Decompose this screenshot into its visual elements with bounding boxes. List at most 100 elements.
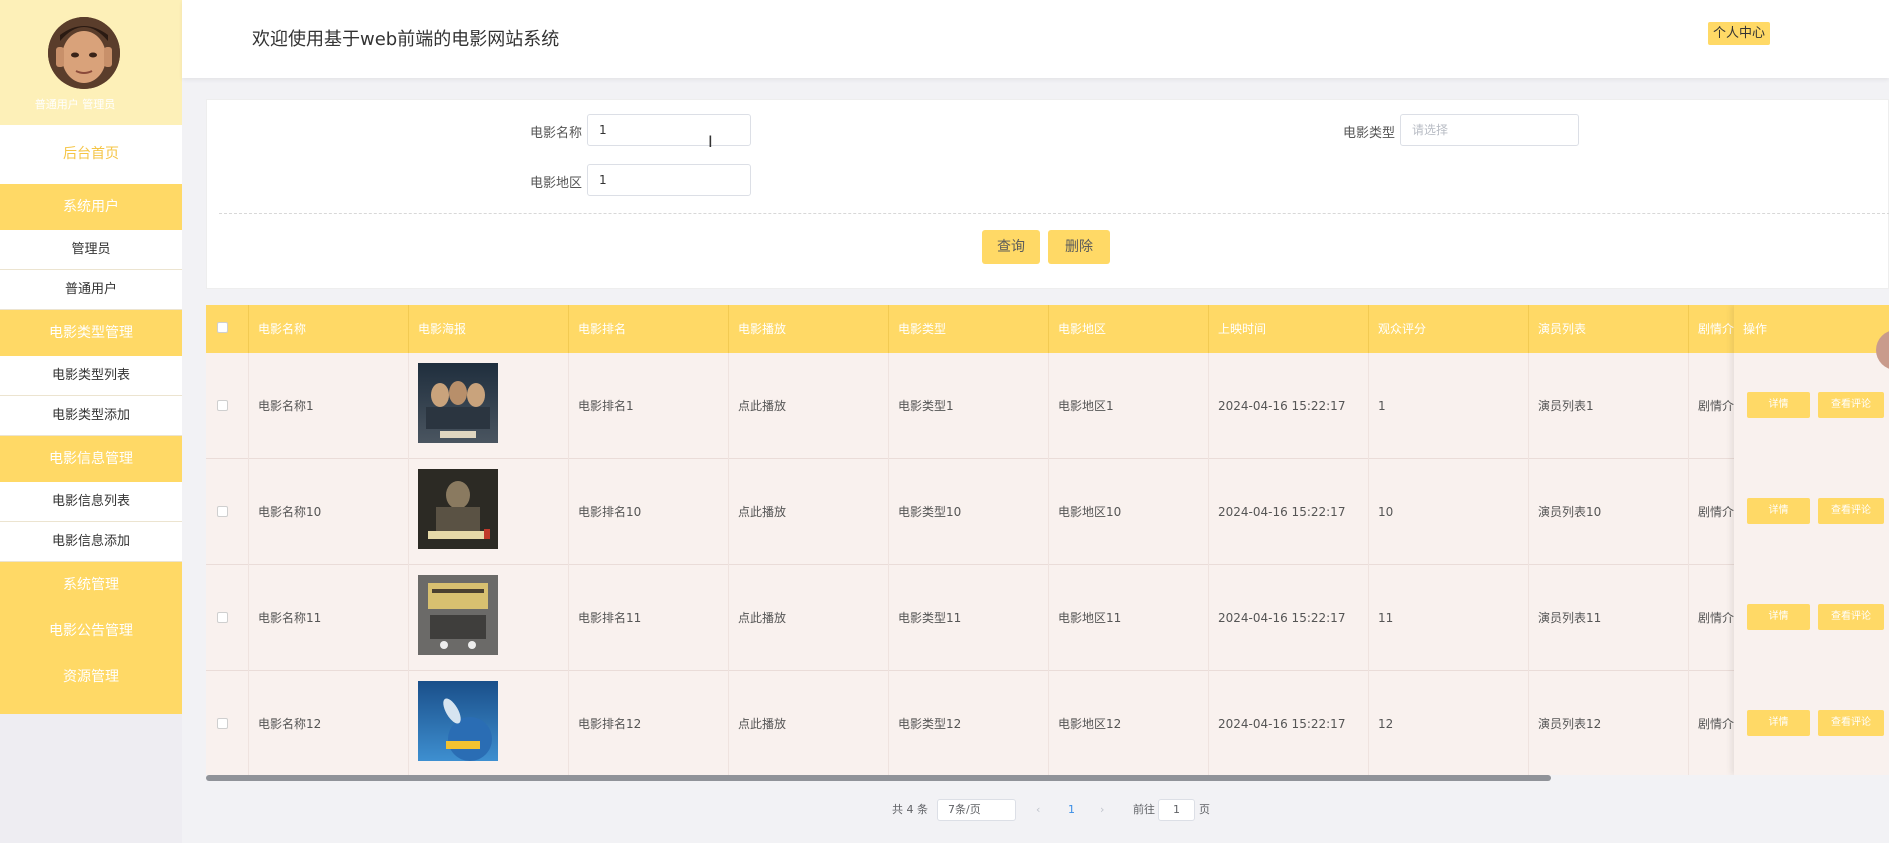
page-size-select[interactable]: 7条/页 <box>937 799 1016 821</box>
cell-movie-name: 电影名称11 <box>249 565 409 671</box>
sidebar-group-announcement[interactable]: 电影公告管理 <box>0 608 182 654</box>
cell-actors: 演员列表11 <box>1529 565 1689 671</box>
col-operations: 操作 <box>1734 305 1889 353</box>
table-row: 电影名称1 电影排名1 点此播放 电影类型1 电影地区1 2024-04-16 … <box>206 353 1889 459</box>
movie-region-input[interactable]: 1 <box>587 164 751 196</box>
cell-play-link[interactable]: 点此播放 <box>729 459 889 565</box>
col-movie-name[interactable]: 电影名称 <box>249 305 409 353</box>
movie-type-select[interactable]: 请选择 <box>1400 114 1579 146</box>
row-checkbox[interactable] <box>217 612 228 623</box>
row-select-cell <box>206 353 249 459</box>
profile-area: 普通用户 管理员 <box>0 0 182 125</box>
cell-rank: 电影排名12 <box>569 671 729 775</box>
row-select-cell <box>206 671 249 775</box>
row-select-cell <box>206 565 249 671</box>
cell-play-link[interactable]: 点此播放 <box>729 671 889 775</box>
cell-rank: 电影排名10 <box>569 459 729 565</box>
movie-poster-image <box>418 575 498 655</box>
sidebar-group-cutoff[interactable] <box>0 700 182 714</box>
view-reviews-button[interactable]: 查看评论 <box>1818 604 1884 630</box>
sidebar-group-system[interactable]: 系统管理 <box>0 562 182 608</box>
col-type[interactable]: 电影类型 <box>889 305 1049 353</box>
col-region[interactable]: 电影地区 <box>1049 305 1209 353</box>
col-release-time[interactable]: 上映时间 <box>1209 305 1369 353</box>
query-button[interactable]: 查询 <box>982 230 1040 264</box>
table-row: 电影名称11 电影排名11 点此播放 电影类型11 电影地区11 2024-04… <box>206 565 1889 671</box>
sidebar-group-movie-info[interactable]: 电影信息管理 <box>0 436 182 482</box>
movie-poster-image <box>418 363 498 443</box>
select-all-checkbox[interactable] <box>217 322 228 333</box>
sidebar-group-movie-type[interactable]: 电影类型管理 <box>0 310 182 356</box>
cell-play-link[interactable]: 点此播放 <box>729 353 889 459</box>
cell-score: 11 <box>1369 565 1529 671</box>
sidebar-item-movie-type-add[interactable]: 电影类型添加 <box>0 396 182 436</box>
sidebar-group-resource[interactable]: 资源管理 <box>0 654 182 700</box>
sidebar-item-movie-info-add[interactable]: 电影信息添加 <box>0 522 182 562</box>
col-play[interactable]: 电影播放 <box>729 305 889 353</box>
col-poster[interactable]: 电影海报 <box>409 305 569 353</box>
cell-score: 10 <box>1369 459 1529 565</box>
prev-page-icon[interactable]: ‹ <box>1036 798 1040 822</box>
row-checkbox[interactable] <box>217 400 228 411</box>
movie-name-label: 电影名称 <box>530 126 583 141</box>
select-all-cell <box>206 305 249 353</box>
operations-column: 操作 详情 查看评论 详情 查看评论 详情 查看评论 详情 查看评论 <box>1734 305 1889 775</box>
col-rank[interactable]: 电影排名 <box>569 305 729 353</box>
goto-page-input[interactable]: 1 <box>1158 799 1195 821</box>
row-checkbox[interactable] <box>217 506 228 517</box>
cell-release-time: 2024-04-16 15:22:17 <box>1209 565 1369 671</box>
search-panel: 电影名称 1 电影类型 请选择 电影地区 1 查询 删除 <box>206 99 1889 289</box>
view-reviews-button[interactable]: 查看评论 <box>1818 498 1884 524</box>
goto-label: 前往 <box>1133 803 1155 816</box>
cell-release-time: 2024-04-16 15:22:17 <box>1209 353 1369 459</box>
sidebar-item-admin[interactable]: 管理员 <box>0 230 182 270</box>
next-page-icon[interactable]: › <box>1100 798 1104 822</box>
personal-center-button[interactable]: 个人中心 <box>1708 22 1771 45</box>
detail-button[interactable]: 详情 <box>1747 604 1810 630</box>
cell-type: 电影类型1 <box>889 353 1049 459</box>
sidebar-item-users[interactable]: 普通用户 <box>0 270 182 310</box>
movie-region-label: 电影地区 <box>530 176 583 191</box>
col-actors[interactable]: 演员列表 <box>1529 305 1689 353</box>
cell-play-link[interactable]: 点此播放 <box>729 565 889 671</box>
detail-button[interactable]: 详情 <box>1747 710 1810 736</box>
page-number-current[interactable]: 1 <box>1068 798 1075 822</box>
movie-name-input[interactable]: 1 <box>587 114 751 146</box>
sidebar-item-movie-type-list[interactable]: 电影类型列表 <box>0 356 182 396</box>
detail-button[interactable]: 详情 <box>1747 392 1810 418</box>
cell-rank: 电影排名11 <box>569 565 729 671</box>
table-header: 电影名称 电影海报 电影排名 电影播放 电影类型 电影地区 上映时间 观众评分 … <box>206 305 1889 353</box>
row-select-cell <box>206 459 249 565</box>
cell-score: 12 <box>1369 671 1529 775</box>
header: 欢迎使用基于web前端的电影网站系统 个人中心 <box>182 0 1889 78</box>
detail-button[interactable]: 详情 <box>1747 498 1810 524</box>
col-score[interactable]: 观众评分 <box>1369 305 1529 353</box>
sidebar: 普通用户 管理员 后台首页 系统用户 管理员 普通用户 电影类型管理 电影类型列… <box>0 0 182 843</box>
pagination: 共 4 条 7条/页 ‹ 1 › 前往 1 页 <box>0 798 1889 822</box>
cell-release-time: 2024-04-16 15:22:17 <box>1209 459 1369 565</box>
view-reviews-button[interactable]: 查看评论 <box>1818 392 1884 418</box>
movie-type-label: 电影类型 <box>1343 126 1396 141</box>
cell-actors: 演员列表10 <box>1529 459 1689 565</box>
sidebar-group-system-users[interactable]: 系统用户 <box>0 184 182 230</box>
movie-poster-image <box>418 469 498 549</box>
avatar[interactable] <box>48 17 120 89</box>
text-cursor-icon: I <box>708 132 713 151</box>
cell-actors: 演员列表12 <box>1529 671 1689 775</box>
cell-region: 电影地区12 <box>1049 671 1209 775</box>
delete-button[interactable]: 删除 <box>1048 230 1110 264</box>
total-count: 共 4 条 <box>892 803 928 816</box>
row-checkbox[interactable] <box>217 718 228 729</box>
horizontal-scrollbar[interactable] <box>206 775 1551 781</box>
table-row: 电影名称12 电影排名12 点此播放 电影类型12 电影地区12 2024-04… <box>206 671 1889 775</box>
cell-type: 电影类型12 <box>889 671 1049 775</box>
cell-region: 电影地区11 <box>1049 565 1209 671</box>
divider <box>219 213 1889 214</box>
cell-score: 1 <box>1369 353 1529 459</box>
sidebar-item-movie-info-list[interactable]: 电影信息列表 <box>0 482 182 522</box>
cell-movie-name: 电影名称1 <box>249 353 409 459</box>
cell-type: 电影类型11 <box>889 565 1049 671</box>
view-reviews-button[interactable]: 查看评论 <box>1818 710 1884 736</box>
sidebar-menu: 后台首页 系统用户 管理员 普通用户 电影类型管理 电影类型列表 电影类型添加 … <box>0 125 182 714</box>
sidebar-item-home[interactable]: 后台首页 <box>0 125 182 184</box>
